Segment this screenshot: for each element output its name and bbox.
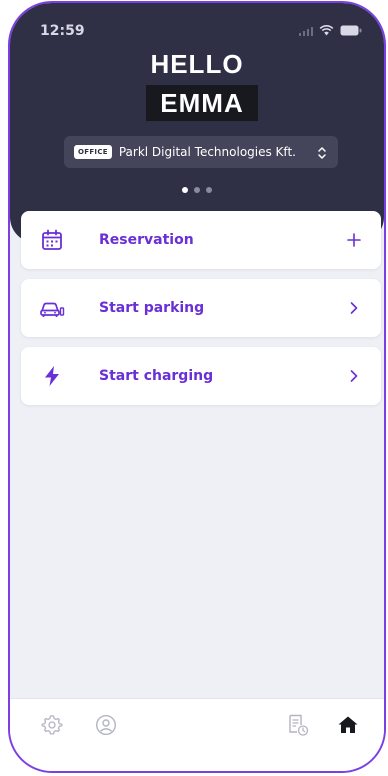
reservation-label: Reservation <box>99 232 194 248</box>
header: 12:59 HELLO EMMA OFFICE Parkl Digital Te… <box>10 3 384 243</box>
start-parking-label: Start parking <box>99 300 205 316</box>
company-selector[interactable]: OFFICE Parkl Digital Technologies Kft. <box>64 136 338 168</box>
greeting-hello: HELLO <box>150 49 244 79</box>
status-time: 12:59 <box>40 23 85 39</box>
user-icon[interactable] <box>94 713 118 737</box>
phone-frame: 12:59 HELLO EMMA OFFICE Parkl Digital Te… <box>8 1 386 773</box>
status-bar: 12:59 <box>10 3 384 43</box>
status-icons <box>299 25 362 36</box>
carousel-dot-2[interactable] <box>194 187 200 193</box>
chevron-up-down-icon <box>316 145 328 159</box>
signal-icon <box>299 26 313 36</box>
start-charging-label: Start charging <box>99 368 214 384</box>
greeting-name: EMMA <box>146 85 258 121</box>
plus-icon <box>347 233 361 247</box>
reservation-card[interactable]: Reservation <box>21 211 381 269</box>
car-icon <box>39 295 65 321</box>
home-icon[interactable] <box>336 713 360 737</box>
calendar-icon <box>39 227 65 253</box>
chevron-right-icon <box>347 369 361 383</box>
office-tag: OFFICE <box>74 145 112 159</box>
receipt-clock-icon[interactable] <box>286 713 310 737</box>
gear-icon[interactable] <box>40 713 64 737</box>
chevron-right-icon <box>347 301 361 315</box>
bottom-nav <box>10 698 384 771</box>
carousel-dots <box>10 187 384 193</box>
company-name: Parkl Digital Technologies Kft. <box>118 145 296 159</box>
lightning-icon <box>39 363 65 389</box>
start-parking-card[interactable]: Start parking <box>21 279 381 337</box>
carousel-dot-1[interactable] <box>182 187 188 193</box>
carousel-dot-3[interactable] <box>206 187 212 193</box>
battery-icon <box>340 25 362 36</box>
start-charging-card[interactable]: Start charging <box>21 347 381 405</box>
wifi-icon <box>319 25 334 36</box>
